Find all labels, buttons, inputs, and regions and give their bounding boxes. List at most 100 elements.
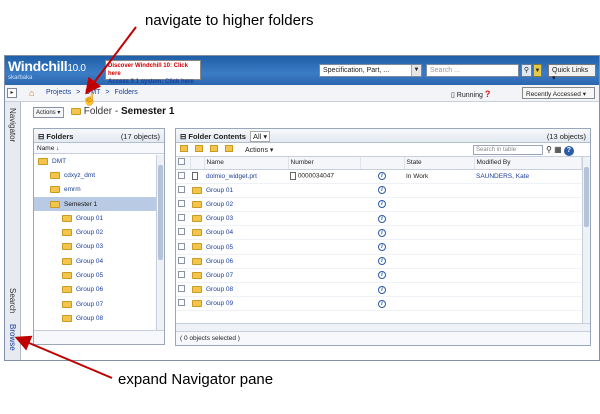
row-checkbox[interactable] [178, 199, 185, 207]
info-icon[interactable]: i [378, 257, 386, 266]
new-part-icon[interactable] [194, 145, 203, 152]
new-document-icon[interactable] [180, 145, 188, 152]
tree-item[interactable]: Group 03 [34, 240, 164, 254]
view-select[interactable]: All ▾ [249, 131, 271, 142]
home-icon[interactable]: ⌂ [29, 88, 34, 98]
browse-tab[interactable]: Browse [8, 324, 17, 351]
table-row[interactable]: Group 05 i [176, 239, 582, 255]
column-header-modified-by[interactable]: Modified By [474, 157, 582, 170]
promo-box[interactable]: Discover Windchill 10: Click here Access… [105, 60, 201, 85]
row-modified-by[interactable] [474, 211, 582, 227]
search-input[interactable]: Search ... [426, 64, 519, 77]
tree-item[interactable]: Group 06 [34, 283, 164, 297]
row-checkbox[interactable] [178, 256, 185, 264]
row-checkbox[interactable] [178, 171, 185, 179]
row-checkbox[interactable] [178, 242, 185, 250]
recently-accessed-button[interactable]: Recently Accessed ▾ [522, 87, 595, 99]
info-icon[interactable]: i [378, 271, 386, 280]
paste-icon[interactable] [224, 145, 233, 152]
tree-item[interactable]: Group 05 [34, 268, 164, 282]
table-row[interactable]: Group 02 i [176, 197, 582, 213]
info-icon[interactable]: i [378, 200, 386, 209]
info-icon[interactable]: i [378, 299, 386, 308]
row-checkbox[interactable] [178, 185, 185, 193]
table-row[interactable]: Group 09 i [176, 296, 582, 312]
row-checkbox[interactable] [178, 270, 185, 278]
row-modified-by[interactable] [474, 268, 582, 284]
column-header-name[interactable]: Name [204, 157, 289, 170]
table-row[interactable]: Group 04 i [176, 225, 582, 241]
tree-item[interactable]: Group 08 [34, 311, 164, 325]
info-icon[interactable]: i [378, 214, 386, 223]
info-icon[interactable]: i [378, 186, 386, 195]
tree-item[interactable]: Group 01 [34, 211, 164, 225]
navigator-toggle-icon[interactable]: ▸ [7, 88, 17, 98]
tree-item[interactable]: Group 07 [34, 297, 164, 311]
quick-links-button[interactable]: Quick Links ▾ [548, 64, 596, 82]
table-view-icon[interactable]: ▦ [554, 145, 562, 154]
row-modified-by[interactable] [474, 239, 582, 255]
select-all-header[interactable] [176, 157, 191, 170]
row-modified-by[interactable] [474, 254, 582, 269]
row-checkbox[interactable] [178, 214, 185, 222]
table-row[interactable]: dolmio_widget.prt 0000034047 i In Work SAUN… [176, 169, 582, 184]
info-icon[interactable]: i [378, 285, 386, 294]
promo-line-1[interactable]: Discover Windchill 10: Click here [108, 62, 198, 78]
row-name[interactable]: Group 04 [204, 225, 288, 241]
row-modified-by[interactable] [474, 183, 582, 198]
search-type-select[interactable]: Specification, Part, ... ▼ [319, 64, 422, 77]
table-row[interactable]: Group 06 i [176, 254, 582, 269]
row-checkbox[interactable] [178, 228, 185, 236]
tree-item[interactable]: Group 02 [34, 225, 164, 239]
tree-item[interactable]: Group 04 [34, 254, 164, 268]
navigator-tab[interactable]: Navigator [8, 108, 17, 142]
row-name[interactable]: Group 06 [204, 254, 288, 269]
row-name[interactable]: Group 08 [204, 282, 288, 298]
breadcrumb-folders[interactable]: Folders [114, 89, 137, 96]
running-status[interactable]: ▯ Running ? [451, 89, 490, 99]
table-row[interactable]: Group 07 i [176, 268, 582, 284]
row-modified-by[interactable] [474, 225, 582, 241]
row-name[interactable]: dolmio_widget.prt [204, 169, 288, 184]
app-logo[interactable]: Windchill10.0 [8, 58, 86, 74]
new-folder-icon[interactable] [209, 145, 218, 152]
tree-item[interactable]: emrm [34, 183, 164, 197]
search-icon[interactable]: ⚲ [546, 145, 552, 154]
contents-scrollbar[interactable] [582, 157, 590, 325]
row-name[interactable]: Group 07 [204, 268, 288, 284]
select-all-checkbox[interactable] [178, 158, 185, 166]
row-name[interactable]: Group 03 [204, 211, 288, 227]
breadcrumb-projects[interactable]: Projects [46, 89, 71, 96]
row-name[interactable]: Group 02 [204, 197, 288, 213]
tree-item[interactable]: cdxyz_dmt [34, 168, 164, 182]
tree-item[interactable]: Semester 1 [34, 196, 164, 212]
collapse-icon[interactable]: ⊟ [38, 132, 44, 141]
help-icon[interactable]: ? [485, 89, 491, 99]
search-icon[interactable]: ⚲ [521, 64, 532, 77]
name-column-header[interactable]: Name ↓ [34, 143, 164, 154]
info-icon[interactable]: i [378, 228, 386, 237]
help-icon[interactable]: ? [563, 146, 574, 156]
row-checkbox[interactable] [178, 299, 185, 307]
search-options-icon[interactable]: ▼ [533, 64, 542, 77]
info-icon[interactable]: i [378, 172, 386, 181]
table-search-input[interactable]: Search in table [473, 145, 543, 155]
info-icon[interactable]: i [378, 243, 386, 252]
column-header-state[interactable]: State [404, 157, 475, 170]
search-tab[interactable]: Search [8, 288, 17, 313]
row-modified-by[interactable] [474, 296, 582, 312]
table-row[interactable]: Group 01 i [176, 183, 582, 198]
row-checkbox[interactable] [178, 285, 185, 293]
column-header-number[interactable]: Number [288, 157, 361, 170]
contents-horizontal-scrollbar[interactable] [176, 323, 590, 331]
row-modified-by[interactable] [474, 197, 582, 213]
collapse-icon[interactable]: ⊟ [180, 132, 186, 141]
tree-item[interactable]: DMT [34, 154, 164, 168]
row-name[interactable]: Group 01 [204, 183, 288, 198]
row-modified-by[interactable] [474, 282, 582, 298]
contents-actions-button[interactable]: Actions ▾ [245, 146, 273, 154]
actions-button[interactable]: Actions ▾ [33, 107, 64, 118]
table-row[interactable]: Group 03 i [176, 211, 582, 227]
row-modified-by[interactable]: SAUNDERS, Kate [474, 169, 582, 184]
row-name[interactable]: Group 09 [204, 296, 288, 312]
